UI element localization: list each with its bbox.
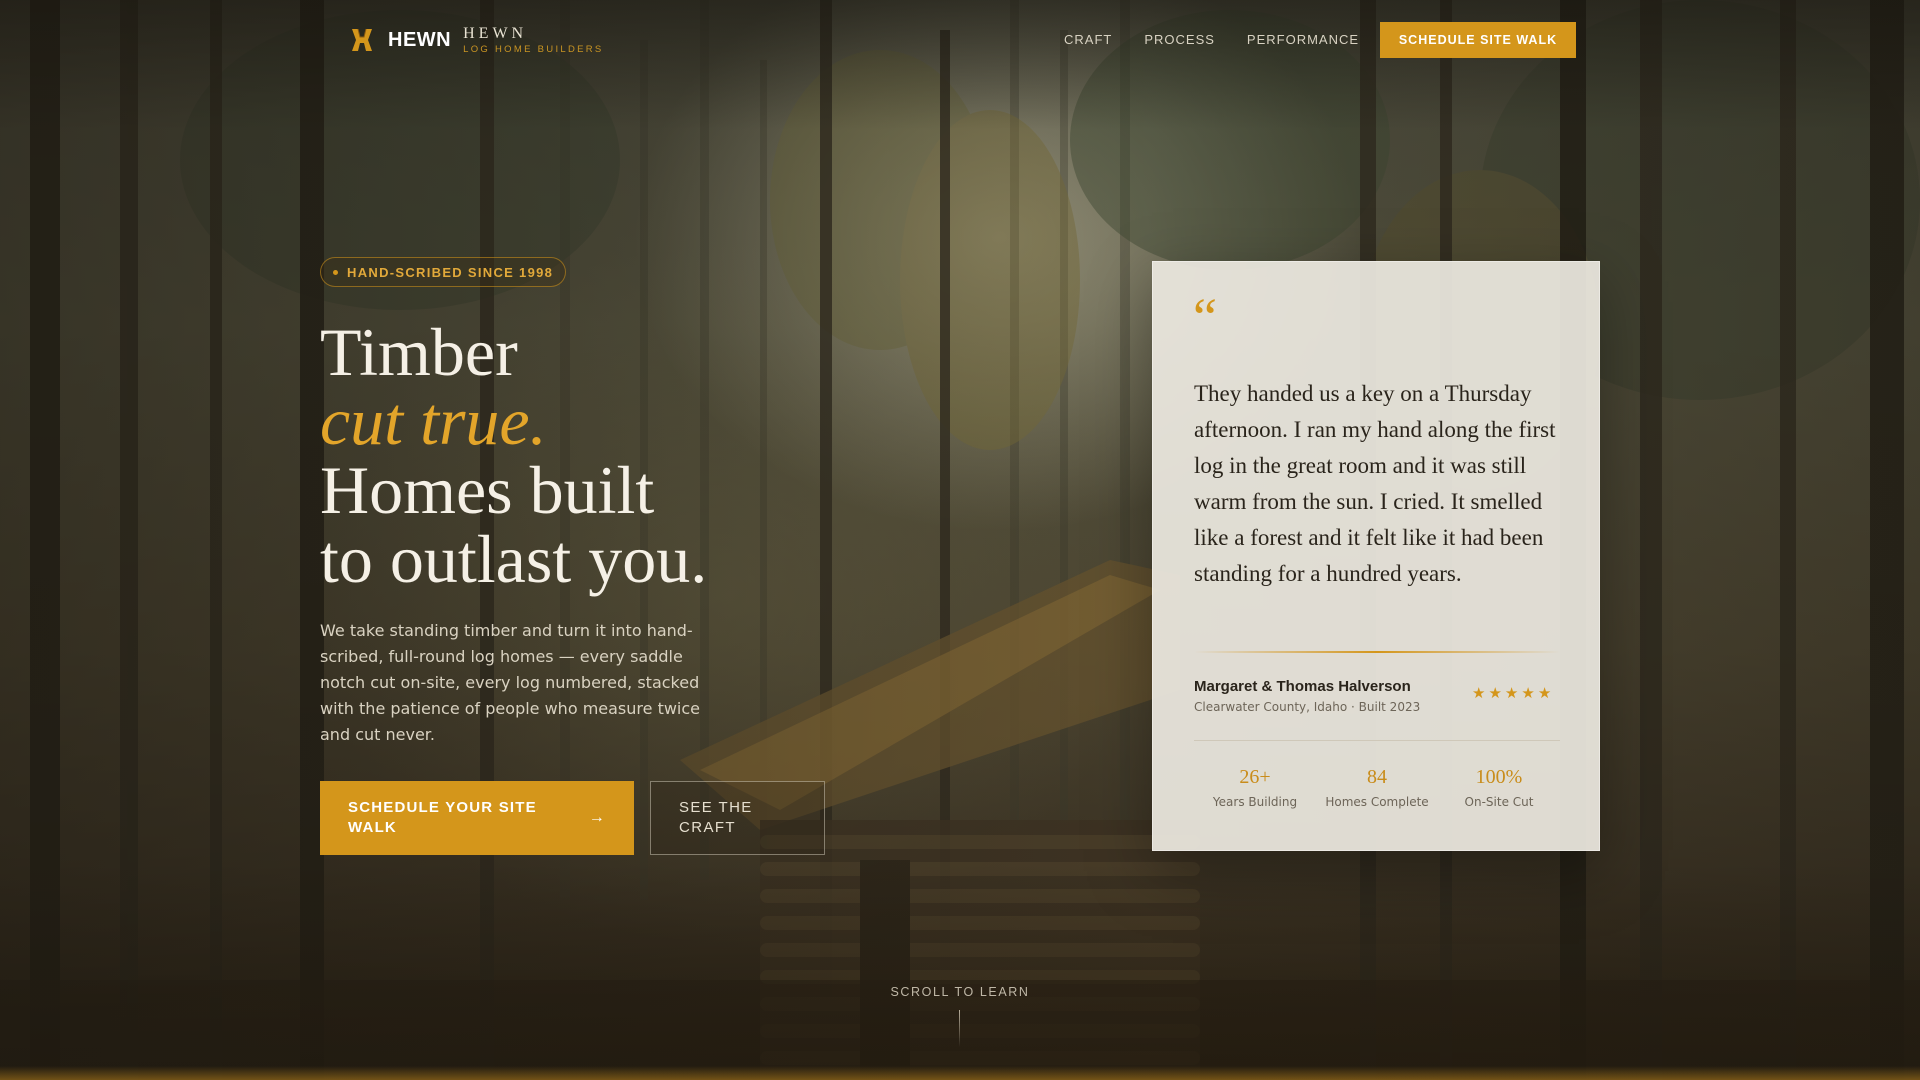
stats-row: 26+ Years Building 84 Homes Complete 100… (1194, 765, 1560, 809)
star-icon: ★ (1504, 684, 1519, 702)
top-navigation: HEWN HEWN LOG HOME BUILDERS CRAFT PROCES… (0, 0, 1920, 80)
headline-line-3: Homes built (320, 452, 655, 528)
schedule-your-site-walk-button[interactable]: SCHEDULE YOUR SITE WALK → (320, 781, 634, 855)
testimonial-meta: Clearwater County, Idaho · Built 2023 (1194, 700, 1421, 714)
stat-homes: 84 Homes Complete (1316, 765, 1438, 809)
arrow-right-icon: → (588, 809, 606, 826)
badge-dot-icon (333, 269, 338, 275)
scroll-cue[interactable]: SCROLL TO LEARN (880, 985, 1040, 999)
hero-background-forest-cabin (0, 0, 1920, 1080)
testimonial-card: “ They handed us a key on a Thursday aft… (1152, 261, 1600, 851)
stat-value: 84 (1367, 766, 1387, 788)
stat-value: 26+ (1239, 766, 1271, 788)
stat-onsite: 100% On-Site Cut (1438, 765, 1560, 809)
testimonial-author: Margaret & Thomas Halverson (1194, 678, 1411, 695)
schedule-site-walk-button[interactable]: SCHEDULE SITE WALK (1380, 22, 1576, 58)
brand-wordmark-title: HEWN (463, 25, 528, 42)
stat-label: Homes Complete (1325, 795, 1429, 809)
badge-label: HAND-SCRIBED SINCE 1998 (347, 264, 554, 280)
hero-description: We take standing timber and turn it into… (320, 621, 701, 744)
secondary-cta-label: SEE THE CRAFT (679, 799, 753, 836)
brand-logo[interactable]: HEWN HEWN LOG HOME BUILDERS (350, 26, 604, 55)
quote-mark-icon: “ (1193, 287, 1217, 347)
stat-label: Years Building (1212, 795, 1298, 809)
since-badge: HAND-SCRIBED SINCE 1998 (320, 257, 567, 287)
hewn-logo-icon (352, 29, 372, 52)
star-icon: ★ (1488, 684, 1502, 702)
hero-headline: Timber cut true. Homes built to outlast … (320, 318, 707, 594)
divider (1194, 740, 1560, 741)
star-icon: ★ (1521, 684, 1535, 702)
divider-accent (1194, 651, 1560, 653)
nav-link-performance[interactable]: PERFORMANCE (1247, 32, 1359, 48)
nav-links: CRAFT PROCESS PERFORMANCE (1064, 32, 1391, 48)
testimonial-quote: They handed us a key on a Thursday after… (1194, 381, 1556, 586)
nav-link-process[interactable]: PROCESS (1144, 32, 1215, 48)
brand-name: HEWN (388, 28, 452, 51)
stat-value: 100% (1475, 766, 1523, 788)
scroll-indicator-line (959, 1010, 960, 1047)
star-rating: ★ ★ ★ ★ ★ (1472, 685, 1554, 701)
headline-line-2: cut true. (320, 383, 547, 459)
see-the-craft-button[interactable]: SEE THE CRAFT (650, 781, 825, 855)
brand-tagline: LOG HOME BUILDERS (463, 44, 604, 55)
stat-label: On-Site Cut (1464, 795, 1534, 809)
brand-wordmark: HEWN LOG HOME BUILDERS (463, 26, 603, 55)
nav-link-craft[interactable]: CRAFT (1064, 32, 1112, 48)
star-icon: ★ (1537, 684, 1552, 702)
star-icon: ★ (1472, 684, 1486, 702)
stat-years: 26+ Years Building (1194, 765, 1316, 809)
headline-line-1: Timber (320, 314, 518, 390)
headline-line-4: to outlast you. (320, 521, 708, 597)
primary-cta-label: SCHEDULE YOUR SITE WALK (348, 799, 537, 836)
